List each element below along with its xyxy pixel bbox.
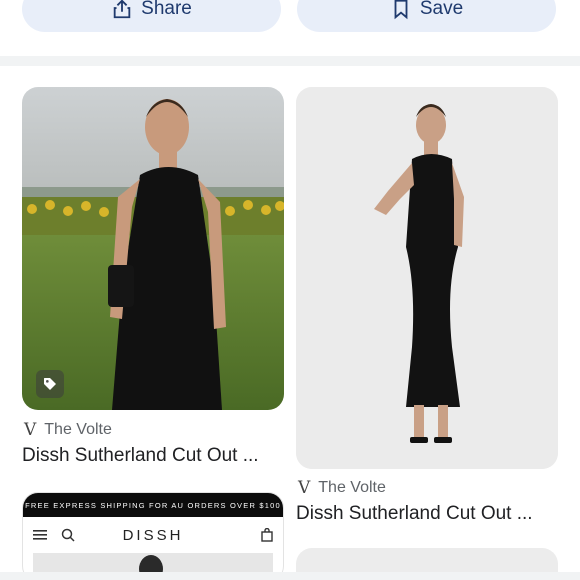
product-photo-2 — [296, 87, 558, 469]
result-image-1[interactable] — [22, 87, 284, 410]
result-source-2[interactable]: V The Volte — [298, 478, 386, 498]
result-image-3[interactable]: FREE EXPRESS SHIPPING FOR AU ORDERS OVER… — [22, 492, 284, 580]
share-icon — [113, 0, 131, 19]
result-title-1[interactable]: Dissh Sutherland Cut Out ... — [22, 445, 280, 467]
section-divider — [0, 56, 580, 66]
tag-icon — [44, 378, 56, 390]
brand-logo: DISSH — [122, 526, 184, 544]
shopping-tag-badge[interactable] — [36, 370, 64, 398]
result-image-2[interactable] — [296, 87, 558, 469]
save-button[interactable]: Save — [297, 0, 556, 32]
source-logo-icon: V — [298, 478, 311, 498]
bottom-edge — [0, 572, 580, 580]
result-title-2[interactable]: Dissh Sutherland Cut Out ... — [296, 503, 554, 525]
source-name: The Volte — [318, 479, 386, 496]
product-photo-1 — [22, 87, 284, 410]
source-logo-icon: V — [24, 420, 37, 440]
share-button[interactable]: Share — [22, 0, 281, 32]
result-source-1[interactable]: V The Volte — [24, 420, 112, 440]
bookmark-icon — [394, 0, 408, 20]
save-label: Save — [419, 0, 464, 19]
shipping-banner: FREE EXPRESS SHIPPING FOR AU ORDERS OVER… — [23, 493, 283, 517]
site-nav: DISSH — [23, 517, 283, 553]
share-label: Share — [141, 0, 192, 19]
source-name: The Volte — [44, 421, 112, 438]
action-bar: Share Save — [0, 0, 580, 56]
